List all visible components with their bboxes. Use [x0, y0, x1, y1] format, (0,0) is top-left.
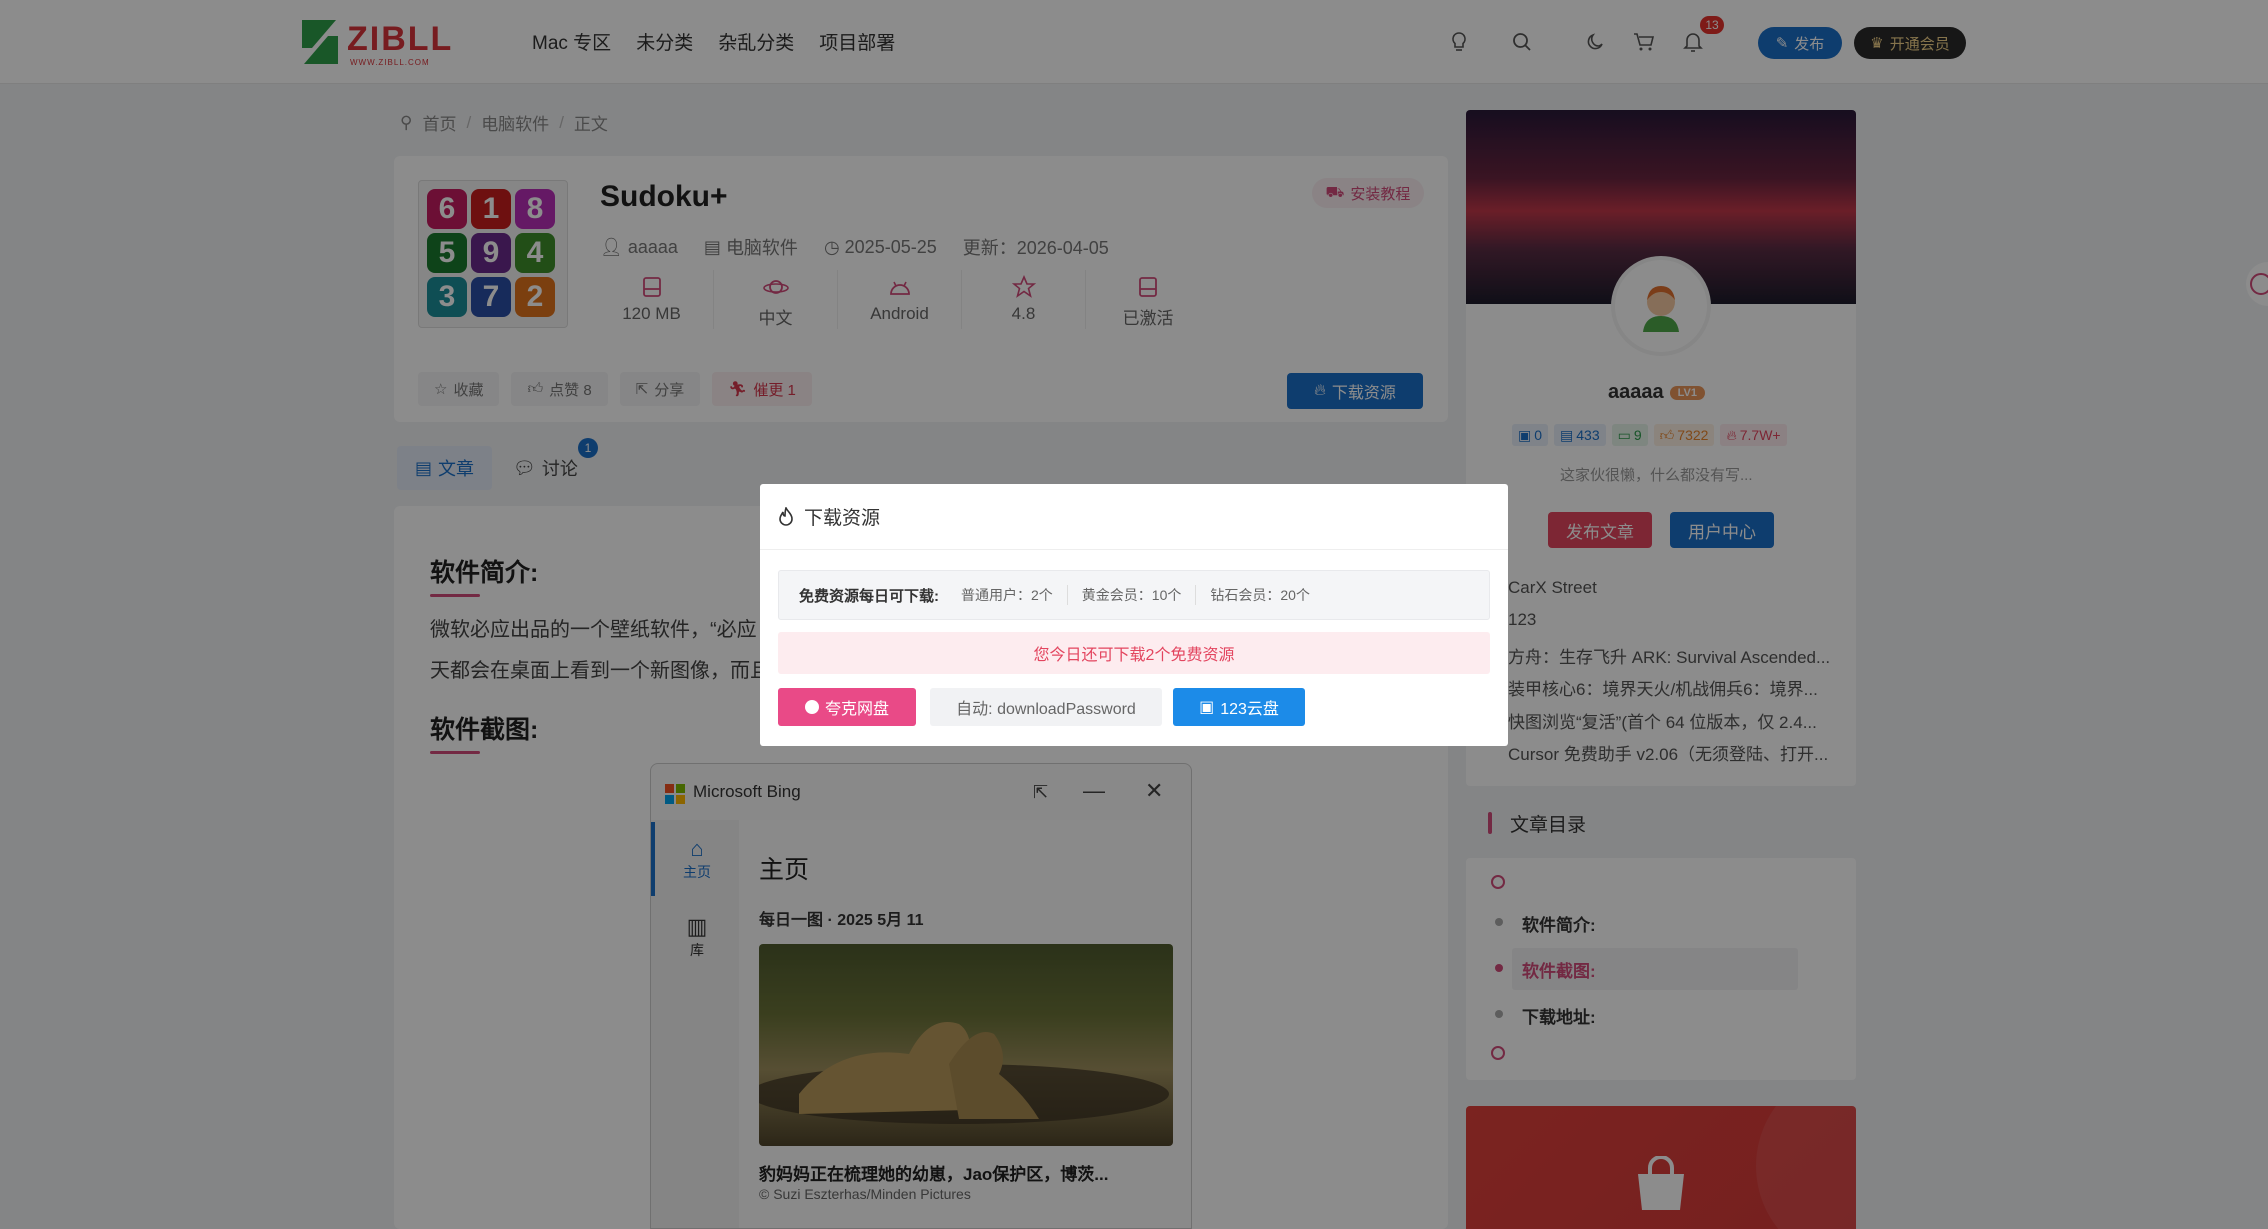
cloud-drive-icon: ▣ — [1199, 699, 1215, 716]
quark-drive-button[interactable]: 夸克网盘 — [778, 688, 916, 726]
quark-icon — [804, 700, 819, 714]
quota-diamond: 钻石会员：20个 — [1195, 585, 1324, 605]
quota-normal: 普通用户：2个 — [961, 587, 1053, 603]
download-quota-box: 免费资源每日可下载: 普通用户：2个 黄金会员：10个 钻石会员：20个 — [778, 570, 1490, 620]
123-cloud-button[interactable]: ▣ 123云盘 — [1173, 688, 1305, 726]
modal-title: 下载资源 — [804, 508, 881, 529]
quark-drive-label: 夸克网盘 — [824, 701, 889, 718]
fire-icon — [779, 506, 793, 526]
password-copy-button[interactable]: 自动: downloadPassword — [930, 688, 1162, 726]
modal-header: 下载资源 — [760, 484, 1508, 550]
123-cloud-label: 123云盘 — [1220, 701, 1279, 718]
quota-gold: 黄金会员：10个 — [1066, 585, 1196, 605]
quota-label: 免费资源每日可下载: — [799, 587, 939, 605]
remaining-downloads-notice: 您今日还可下载2个免费资源 — [778, 632, 1490, 674]
download-modal: 下载资源 免费资源每日可下载: 普通用户：2个 黄金会员：10个 钻石会员：20… — [760, 484, 1508, 746]
